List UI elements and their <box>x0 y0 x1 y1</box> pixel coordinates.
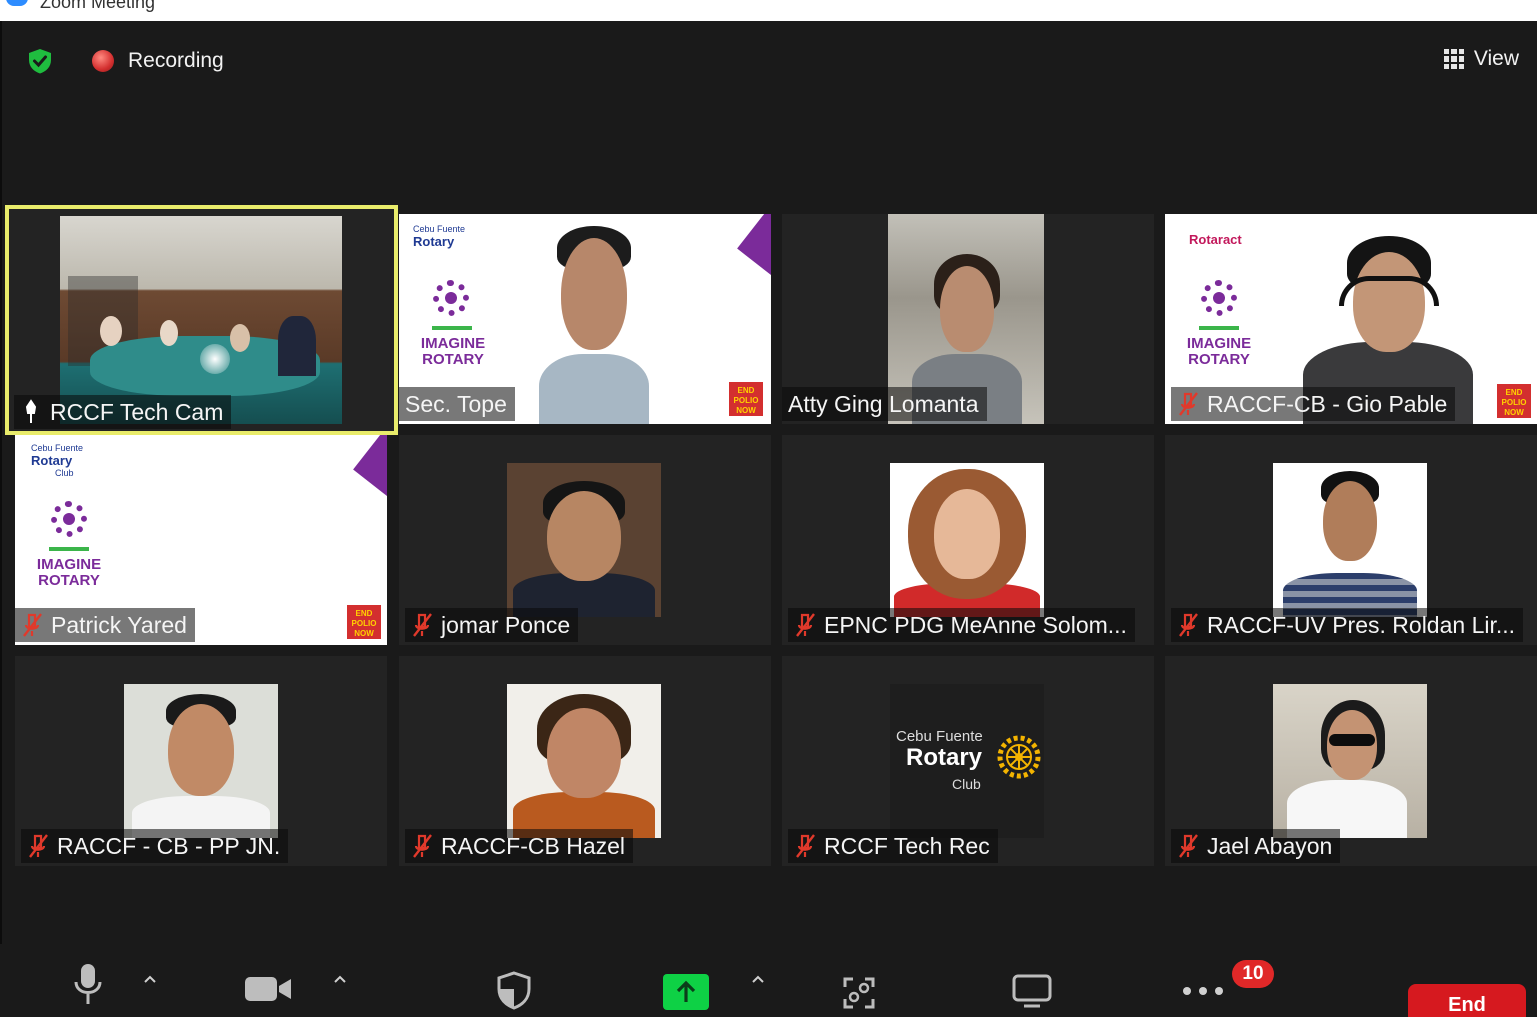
meeting-stage: Recording View RCCF Tech Cam Cebu Fuente… <box>0 21 1537 1017</box>
participant-name: RCCF Tech Rec <box>824 832 990 859</box>
rotary-logo: Cebu Fuente Rotary <box>413 224 466 249</box>
participant-name: RCCF Tech Cam <box>50 398 224 425</box>
participant-name-tag: RACCF-UV Pres. Roldan Lir... <box>1171 608 1524 642</box>
participant-tile[interactable]: RACCF-UV Pres. Roldan Lir... <box>1165 435 1537 645</box>
participant-name-tag: Patrick Yared <box>15 608 195 642</box>
participant-name-tag: RACCF-CB - Gio Pable <box>1171 387 1456 421</box>
mic-muted-icon <box>1179 613 1198 637</box>
participant-name-tag: RCCF Tech Cam <box>14 395 232 429</box>
video-camera-icon[interactable] <box>243 974 293 1004</box>
participant-tile[interactable]: RACCF - CB - PP JN. <box>15 656 387 866</box>
mic-muted-icon <box>1179 834 1198 858</box>
participant-portrait <box>539 224 649 424</box>
encryption-shield-icon[interactable] <box>26 47 54 75</box>
participant-name-tag: RCCF Tech Rec <box>788 829 998 863</box>
participant-name-tag: Atty Ging Lomanta <box>782 387 987 421</box>
window-titlebar: Zoom Meeting <box>0 0 1537 21</box>
mic-muted-icon <box>29 834 48 858</box>
meeting-toolbar: 10 End <box>0 944 1537 1017</box>
mic-muted-icon <box>413 613 432 637</box>
mic-muted-icon <box>413 834 432 858</box>
participant-name-tag: Jael Abayon <box>1171 829 1341 863</box>
endpolio-logo: END POLIO NOW <box>729 382 763 416</box>
rotary-gear-icon <box>433 280 469 316</box>
security-shield-icon[interactable] <box>496 970 532 1010</box>
participant-tile[interactable]: Cebu Fuente Rotary Club IMAGINE ROTARY EN… <box>15 435 387 645</box>
club-logo-avatar: Cebu Fuente Rotary Club <box>890 684 1044 838</box>
participant-photo <box>507 684 661 838</box>
rotaract-logo: Rotaract <box>1189 232 1242 247</box>
share-screen-button[interactable] <box>663 974 709 1010</box>
participant-name: RACCF-UV Pres. Roldan Lir... <box>1207 611 1516 638</box>
mic-muted-icon <box>796 613 815 637</box>
participant-tile[interactable]: Atty Ging Lomanta <box>782 214 1154 424</box>
participant-tile[interactable]: Rotaract IMAGINE ROTARY END POLIO NOW RAC… <box>1165 214 1537 424</box>
zoom-app-icon <box>6 0 28 6</box>
recording-dot-icon <box>92 50 114 72</box>
participant-name: RACCF - CB - PP JN. <box>57 832 281 859</box>
chat-screen-icon[interactable] <box>1012 974 1052 1008</box>
mic-muted-icon <box>23 613 42 637</box>
participant-photo <box>1273 684 1427 838</box>
participant-name: Atty Ging Lomanta <box>788 390 979 417</box>
end-meeting-button[interactable]: End <box>1408 984 1526 1017</box>
participant-tile[interactable]: jomar Ponce <box>399 435 771 645</box>
participant-name: EPNC PDG MeAnne Solom... <box>824 611 1127 638</box>
participant-name: jomar Ponce <box>441 611 571 638</box>
recording-label[interactable]: Recording <box>128 49 224 73</box>
rotary-gear-icon <box>1201 280 1237 316</box>
room-video <box>60 216 342 424</box>
participant-name-tag: RACCF-CB Hazel <box>405 829 634 863</box>
participant-name: RACCF-CB - Gio Pable <box>1207 390 1448 417</box>
participant-name: RACCF-CB Hazel <box>441 832 626 859</box>
participant-name-tag: RACCF - CB - PP JN. <box>21 829 289 863</box>
video-options-chevron-up-icon[interactable] <box>333 972 347 986</box>
participant-photo <box>1273 463 1427 617</box>
share-arrow-up-icon <box>676 980 696 1002</box>
view-label: View <box>1473 47 1519 70</box>
participant-name-tag: jomar Ponce <box>405 608 579 642</box>
rotary-gear-icon <box>51 501 87 537</box>
participant-photo <box>507 463 661 617</box>
mic-muted-icon <box>796 834 815 858</box>
more-options-ellipsis-icon[interactable] <box>1182 986 1224 996</box>
meeting-status: Recording <box>26 47 224 75</box>
rotary-wheel-icon <box>997 735 1041 779</box>
participant-tile[interactable]: RCCF Tech Cam <box>5 205 398 435</box>
notification-badge: 10 <box>1232 960 1274 988</box>
endpolio-logo: END POLIO NOW <box>1497 384 1531 418</box>
participant-tile[interactable]: Jael Abayon <box>1165 656 1537 866</box>
participant-name-tag: Sec. Tope <box>399 387 515 421</box>
rotary-logo: Cebu Fuente Rotary Club <box>31 443 84 478</box>
participant-tile[interactable]: RACCF-CB Hazel <box>399 656 771 866</box>
participant-tile[interactable]: EPNC PDG MeAnne Solom... <box>782 435 1154 645</box>
participant-photo <box>890 463 1044 617</box>
participant-name: Patrick Yared <box>51 611 187 638</box>
mic-muted-icon <box>1179 392 1198 416</box>
participant-photo <box>124 684 278 838</box>
participant-name: Sec. Tope <box>405 390 507 417</box>
share-options-chevron-up-icon[interactable] <box>751 972 765 986</box>
endpolio-logo: END POLIO NOW <box>347 605 381 639</box>
gallery-grid-icon <box>1443 49 1464 69</box>
focus-frame-icon[interactable] <box>842 976 876 1010</box>
participant-tile[interactable]: Cebu Fuente Rotary IMAGINE ROTARY END POL… <box>399 214 771 424</box>
participant-name: Jael Abayon <box>1207 832 1333 859</box>
spotlight-pin-icon <box>25 399 37 423</box>
view-button[interactable]: View <box>1443 47 1519 71</box>
microphone-icon[interactable] <box>72 962 104 1006</box>
participant-name-tag: EPNC PDG MeAnne Solom... <box>788 608 1135 642</box>
participant-tile[interactable]: Cebu Fuente Rotary Club RCCF Tech Rec <box>782 656 1154 866</box>
window-title: Zoom Meeting <box>40 0 156 12</box>
audio-options-chevron-up-icon[interactable] <box>143 972 157 986</box>
